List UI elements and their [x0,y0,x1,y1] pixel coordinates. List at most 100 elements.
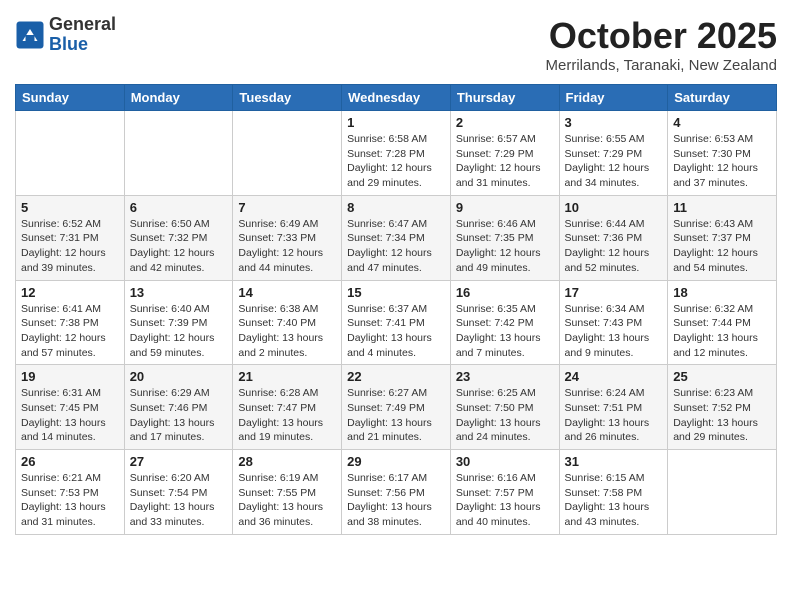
calendar-week-row: 12 Sunrise: 6:41 AMSunset: 7:38 PMDayligh… [16,280,777,365]
calendar-cell [233,111,342,196]
day-info: Sunrise: 6:21 AMSunset: 7:53 PMDaylight:… [21,471,119,530]
day-info: Sunrise: 6:55 AMSunset: 7:29 PMDaylight:… [565,132,663,191]
location: Merrilands, Taranaki, New Zealand [546,57,778,74]
day-info: Sunrise: 6:41 AMSunset: 7:38 PMDaylight:… [21,302,119,361]
day-number: 6 [130,200,228,215]
calendar-cell: 12 Sunrise: 6:41 AMSunset: 7:38 PMDayligh… [16,280,125,365]
calendar-cell: 11Sunrise: 6:43 AMSunset: 7:37 PMDayligh… [668,195,777,280]
day-number: 10 [565,200,663,215]
day-info: Sunrise: 6:16 AMSunset: 7:57 PMDaylight:… [456,471,554,530]
day-info: Sunrise: 6:50 AMSunset: 7:32 PMDaylight:… [130,217,228,276]
calendar-cell: 20 Sunrise: 6:29 AMSunset: 7:46 PMDayligh… [124,365,233,450]
day-number: 27 [130,454,228,469]
day-number: 30 [456,454,554,469]
calendar-week-row: 1 Sunrise: 6:58 AMSunset: 7:28 PMDaylight… [16,111,777,196]
day-info: Sunrise: 6:58 AMSunset: 7:28 PMDaylight:… [347,132,445,191]
calendar-cell [124,111,233,196]
day-number: 1 [347,115,445,130]
day-info: Sunrise: 6:52 AMSunset: 7:31 PMDaylight:… [21,217,119,276]
day-number: 21 [238,369,336,384]
header-friday: Friday [559,85,668,111]
calendar-cell: 23Sunrise: 6:25 AMSunset: 7:50 PMDayligh… [450,365,559,450]
day-number: 18 [673,285,771,300]
calendar-cell: 13Sunrise: 6:40 AMSunset: 7:39 PMDayligh… [124,280,233,365]
day-info: Sunrise: 6:44 AMSunset: 7:36 PMDaylight:… [565,217,663,276]
day-number: 4 [673,115,771,130]
calendar-week-row: 19Sunrise: 6:31 AMSunset: 7:45 PMDayligh… [16,365,777,450]
day-info: Sunrise: 6:37 AMSunset: 7:41 PMDaylight:… [347,302,445,361]
day-info: Sunrise: 6:38 AMSunset: 7:40 PMDaylight:… [238,302,336,361]
calendar-cell: 2 Sunrise: 6:57 AMSunset: 7:29 PMDaylight… [450,111,559,196]
calendar-cell: 6 Sunrise: 6:50 AMSunset: 7:32 PMDaylight… [124,195,233,280]
day-number: 26 [21,454,119,469]
logo-blue: Blue [49,35,116,55]
calendar-cell: 26 Sunrise: 6:21 AMSunset: 7:53 PMDayligh… [16,450,125,535]
calendar-week-row: 26 Sunrise: 6:21 AMSunset: 7:53 PMDayligh… [16,450,777,535]
calendar-cell: 5 Sunrise: 6:52 AMSunset: 7:31 PMDaylight… [16,195,125,280]
logo-icon [15,20,45,50]
calendar-cell: 7 Sunrise: 6:49 AMSunset: 7:33 PMDaylight… [233,195,342,280]
day-number: 15 [347,285,445,300]
day-number: 14 [238,285,336,300]
day-info: Sunrise: 6:29 AMSunset: 7:46 PMDaylight:… [130,386,228,445]
header-tuesday: Tuesday [233,85,342,111]
day-info: Sunrise: 6:49 AMSunset: 7:33 PMDaylight:… [238,217,336,276]
day-number: 5 [21,200,119,215]
calendar-cell: 8 Sunrise: 6:47 AMSunset: 7:34 PMDaylight… [342,195,451,280]
day-number: 12 [21,285,119,300]
day-number: 17 [565,285,663,300]
day-number: 28 [238,454,336,469]
calendar-cell: 22 Sunrise: 6:27 AMSunset: 7:49 PMDayligh… [342,365,451,450]
day-info: Sunrise: 6:47 AMSunset: 7:34 PMDaylight:… [347,217,445,276]
calendar-cell: 14 Sunrise: 6:38 AMSunset: 7:40 PMDayligh… [233,280,342,365]
day-info: Sunrise: 6:31 AMSunset: 7:45 PMDaylight:… [21,386,119,445]
calendar-cell: 31Sunrise: 6:15 AMSunset: 7:58 PMDayligh… [559,450,668,535]
calendar-cell: 17Sunrise: 6:34 AMSunset: 7:43 PMDayligh… [559,280,668,365]
page-header: General Blue October 2025 Merrilands, Ta… [15,15,777,74]
calendar-cell: 10 Sunrise: 6:44 AMSunset: 7:36 PMDayligh… [559,195,668,280]
day-number: 7 [238,200,336,215]
calendar-cell: 25 Sunrise: 6:23 AMSunset: 7:52 PMDayligh… [668,365,777,450]
day-info: Sunrise: 6:35 AMSunset: 7:42 PMDaylight:… [456,302,554,361]
logo-general: General [49,15,116,35]
day-info: Sunrise: 6:46 AMSunset: 7:35 PMDaylight:… [456,217,554,276]
day-number: 11 [673,200,771,215]
calendar-cell: 1 Sunrise: 6:58 AMSunset: 7:28 PMDaylight… [342,111,451,196]
day-number: 29 [347,454,445,469]
day-number: 23 [456,369,554,384]
header-saturday: Saturday [668,85,777,111]
day-info: Sunrise: 6:27 AMSunset: 7:49 PMDaylight:… [347,386,445,445]
calendar-cell: 3 Sunrise: 6:55 AMSunset: 7:29 PMDaylight… [559,111,668,196]
logo: General Blue [15,15,116,55]
day-info: Sunrise: 6:53 AMSunset: 7:30 PMDaylight:… [673,132,771,191]
month-title: October 2025 [546,15,778,57]
day-info: Sunrise: 6:17 AMSunset: 7:56 PMDaylight:… [347,471,445,530]
calendar-cell: 4 Sunrise: 6:53 AMSunset: 7:30 PMDaylight… [668,111,777,196]
day-number: 20 [130,369,228,384]
day-info: Sunrise: 6:23 AMSunset: 7:52 PMDaylight:… [673,386,771,445]
day-info: Sunrise: 6:20 AMSunset: 7:54 PMDaylight:… [130,471,228,530]
header-thursday: Thursday [450,85,559,111]
day-number: 16 [456,285,554,300]
calendar-cell: 18Sunrise: 6:32 AMSunset: 7:44 PMDayligh… [668,280,777,365]
calendar-cell: 9Sunrise: 6:46 AMSunset: 7:35 PMDaylight… [450,195,559,280]
calendar-header-row: SundayMondayTuesdayWednesdayThursdayFrid… [16,85,777,111]
header-sunday: Sunday [16,85,125,111]
day-number: 22 [347,369,445,384]
calendar-cell: 29 Sunrise: 6:17 AMSunset: 7:56 PMDayligh… [342,450,451,535]
day-info: Sunrise: 6:57 AMSunset: 7:29 PMDaylight:… [456,132,554,191]
calendar-table: SundayMondayTuesdayWednesdayThursdayFrid… [15,84,777,535]
calendar-cell [668,450,777,535]
day-info: Sunrise: 6:19 AMSunset: 7:55 PMDaylight:… [238,471,336,530]
day-info: Sunrise: 6:40 AMSunset: 7:39 PMDaylight:… [130,302,228,361]
day-info: Sunrise: 6:15 AMSunset: 7:58 PMDaylight:… [565,471,663,530]
calendar-cell [16,111,125,196]
day-number: 25 [673,369,771,384]
day-number: 3 [565,115,663,130]
day-number: 2 [456,115,554,130]
calendar-cell: 19Sunrise: 6:31 AMSunset: 7:45 PMDayligh… [16,365,125,450]
day-number: 24 [565,369,663,384]
calendar-cell: 24Sunrise: 6:24 AMSunset: 7:51 PMDayligh… [559,365,668,450]
title-block: October 2025 Merrilands, Taranaki, New Z… [546,15,778,74]
day-number: 8 [347,200,445,215]
